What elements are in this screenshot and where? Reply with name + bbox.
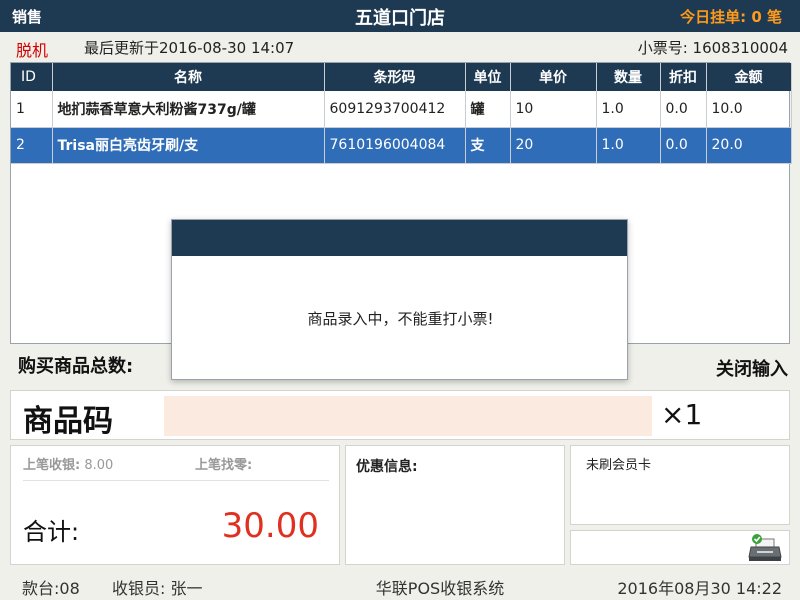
table-header-row: ID 名称 条形码 单位 单价 数量 折扣 金额 — [11, 63, 792, 91]
printer-icon[interactable] — [747, 531, 783, 565]
table-row-selected[interactable]: 2 Trisa丽白亮齿牙刷/支 7610196004084 支 20 1.0 0… — [11, 127, 792, 164]
cell-quantity: 1.0 — [596, 127, 661, 164]
held-orders[interactable]: 今日挂单: 0 笔 — [680, 6, 782, 27]
total-label: 合计: — [23, 518, 80, 546]
last-change: 上笔找零: — [195, 454, 252, 473]
discount-panel: 优惠信息: — [345, 445, 565, 565]
held-orders-unit: 笔 — [761, 8, 782, 26]
cell-barcode: 6091293700412 — [324, 91, 466, 128]
total-items-label: 购买商品总数: — [18, 356, 134, 377]
cell-amount: 20.0 — [706, 127, 792, 164]
close-input-button[interactable]: 关闭输入 — [716, 355, 788, 381]
column-header-discount[interactable]: 折扣 — [660, 63, 707, 91]
last-received: 上笔收银: 8.00 — [23, 454, 113, 473]
column-header-quantity[interactable]: 数量 — [596, 63, 661, 91]
cell-unit: 支 — [465, 127, 511, 164]
discount-label: 优惠信息: — [356, 459, 418, 475]
last-updated: 最后更新于2016-08-30 14:07 — [84, 39, 295, 57]
member-panel[interactable]: 未刷会员卡 — [570, 445, 790, 525]
cell-name: 地扪蒜香草意大利粉酱737g/罐 — [52, 91, 325, 128]
product-code-input[interactable] — [164, 396, 652, 436]
current-datetime: 2016年08月30 14:22 — [617, 579, 782, 598]
alert-dialog: 商品录入中，不能重打小票! — [171, 219, 628, 380]
last-received-label: 上笔收银: — [23, 458, 81, 473]
dialog-header — [172, 220, 627, 256]
product-code-label: 商品码 — [23, 404, 113, 439]
held-orders-count: 0 — [751, 8, 762, 26]
held-orders-label: 今日挂单: — [680, 8, 752, 26]
table-row[interactable]: 1 地扪蒜香草意大利粉酱737g/罐 6091293700412 罐 10 1.… — [11, 91, 792, 128]
cell-id: 1 — [11, 91, 53, 128]
items-table: ID 名称 条形码 单位 单价 数量 折扣 金额 1 地扪蒜香草意大利粉酱737… — [11, 63, 792, 164]
cell-amount: 10.0 — [706, 91, 792, 128]
cell-price: 10 — [510, 91, 597, 128]
printer-panel — [570, 530, 790, 565]
cell-id: 2 — [11, 127, 53, 164]
status-row: 脱机 最后更新于2016-08-30 14:07 小票号: 1608310004 — [0, 32, 800, 62]
column-header-name[interactable]: 名称 — [52, 63, 325, 91]
total-value: 30.00 — [221, 506, 319, 546]
product-code-band: 商品码 ×1 — [10, 390, 790, 440]
ticket-number: 小票号: 1608310004 — [637, 39, 788, 57]
cell-discount: 0.0 — [660, 127, 707, 164]
offline-status: 脱机 — [16, 41, 49, 60]
payment-panel: 上笔收银: 8.00 上笔找零: 合计: 30.00 — [10, 445, 340, 565]
column-header-id[interactable]: ID — [11, 63, 53, 91]
cell-barcode: 7610196004084 — [324, 127, 466, 164]
footer-bar: 款台:08 收银员: 张一 华联POS收银系统 2016年08月30 14:22 — [0, 572, 800, 600]
title-bar: 销售 五道口门店 今日挂单: 0 笔 — [0, 0, 800, 32]
cell-quantity: 1.0 — [596, 91, 661, 128]
divider — [23, 480, 329, 481]
last-received-value: 8.00 — [84, 458, 114, 473]
cell-unit: 罐 — [465, 91, 511, 128]
dialog-message: 商品录入中，不能重打小票! — [307, 310, 494, 328]
column-header-barcode[interactable]: 条形码 — [324, 63, 466, 91]
quantity-multiplier: ×1 — [661, 398, 703, 431]
cell-name: Trisa丽白亮齿牙刷/支 — [52, 127, 325, 164]
column-header-amount[interactable]: 金额 — [706, 63, 792, 91]
cell-discount: 0.0 — [660, 91, 707, 128]
column-header-price[interactable]: 单价 — [510, 63, 597, 91]
cell-price: 20 — [510, 127, 597, 164]
member-card-status: 未刷会员卡 — [586, 458, 652, 473]
last-change-label: 上笔找零: — [195, 458, 253, 473]
column-header-unit[interactable]: 单位 — [465, 63, 511, 91]
